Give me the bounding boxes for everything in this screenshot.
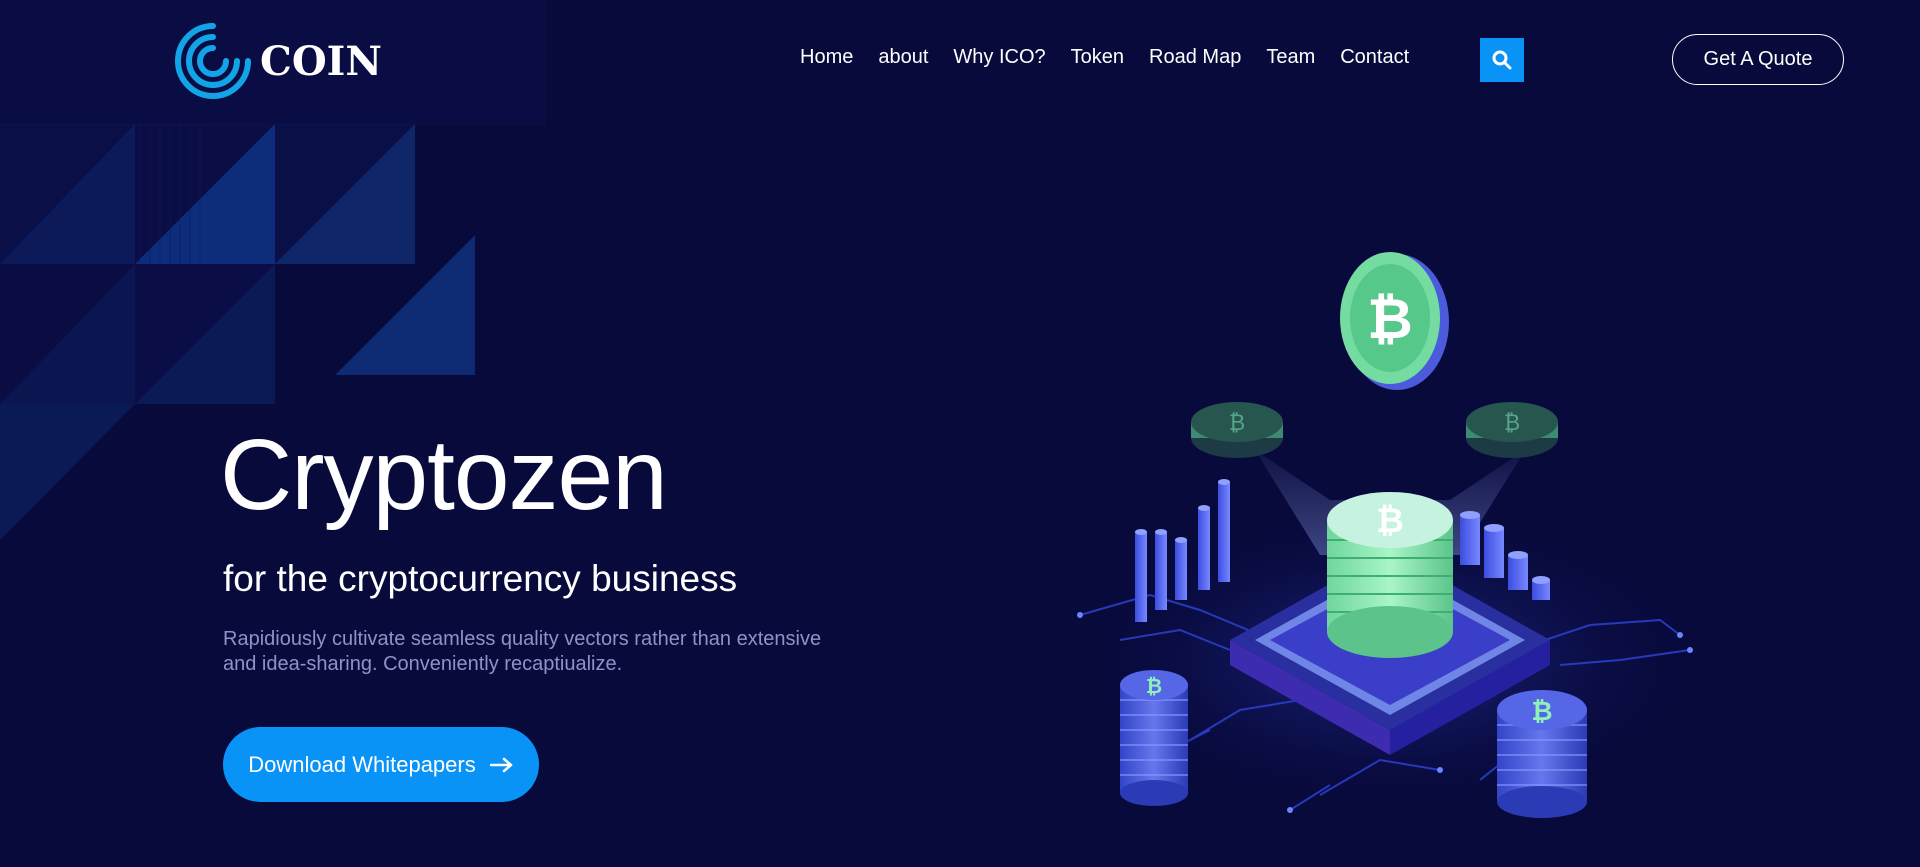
- search-icon: [1492, 50, 1512, 70]
- download-whitepapers-label: Download Whitepapers: [248, 751, 476, 777]
- nav-item-about[interactable]: about: [878, 46, 928, 69]
- hero-title: Cryptozen: [220, 419, 668, 531]
- brand-name: COIN: [260, 37, 382, 85]
- nav-item-team[interactable]: Team: [1266, 46, 1315, 69]
- nav-item-road-map[interactable]: Road Map: [1149, 46, 1241, 69]
- arrow-right-icon: [489, 757, 512, 772]
- svg-text:₿: ₿: [1229, 411, 1245, 436]
- main-nav: Home about Why ICO? Token Road Map Team …: [800, 46, 1434, 69]
- nav-item-home[interactable]: Home: [800, 46, 853, 69]
- svg-text:₿: ₿: [1504, 411, 1520, 436]
- search-button[interactable]: [1480, 38, 1524, 82]
- download-whitepapers-button[interactable]: Download Whitepapers: [223, 727, 539, 802]
- hero-description: Rapidiously cultivate seamless quality v…: [223, 628, 822, 675]
- nav-item-why-ico[interactable]: Why ICO?: [953, 46, 1045, 69]
- nav-item-contact[interactable]: Contact: [1340, 46, 1409, 69]
- spiral-logo-icon: [175, 23, 251, 99]
- svg-text:₿: ₿: [1367, 287, 1413, 352]
- nav-item-token[interactable]: Token: [1071, 46, 1124, 69]
- isometric-crypto-coins-illustration: ₿ ₿ ₿ ₿ ₿ ₿: [1070, 252, 1710, 818]
- svg-text:₿: ₿: [1376, 501, 1404, 541]
- svg-text:₿: ₿: [1531, 697, 1552, 727]
- hero-subtitle: for the cryptocurrency business: [223, 558, 738, 599]
- brand-logo[interactable]: COIN: [172, 20, 382, 102]
- get-a-quote-button[interactable]: Get A Quote: [1672, 34, 1844, 85]
- svg-text:₿: ₿: [1146, 674, 1162, 698]
